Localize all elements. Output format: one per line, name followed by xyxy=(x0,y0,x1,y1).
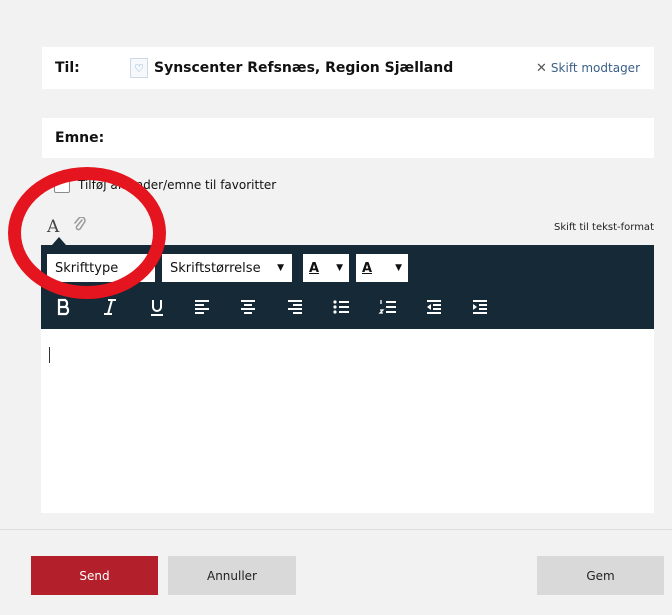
text-color-icon: A xyxy=(309,260,320,276)
save-button[interactable]: Gem xyxy=(537,556,664,595)
indent-icon[interactable] xyxy=(469,296,491,318)
format-icons-row xyxy=(41,296,654,320)
send-button[interactable]: Send xyxy=(31,556,158,595)
change-recipient-label: Skift modtager xyxy=(550,61,640,75)
switch-text-format-link[interactable]: Skift til tekst-format xyxy=(554,222,654,233)
background-color-icon: A xyxy=(362,260,373,276)
change-recipient-link[interactable]: ✕ Skift modtager xyxy=(536,61,640,76)
outdent-icon[interactable] xyxy=(423,296,445,318)
bold-icon[interactable] xyxy=(53,296,75,318)
font-size-label: Skriftstørrelse xyxy=(170,260,261,276)
divider xyxy=(0,529,672,530)
font-family-label: Skrifttype xyxy=(55,260,119,276)
subject-input[interactable] xyxy=(134,126,642,152)
paperclip-icon[interactable] xyxy=(73,216,87,237)
font-family-dropdown[interactable]: Skrifttype ▼ xyxy=(47,254,155,282)
bullet-list-icon[interactable] xyxy=(330,296,352,318)
recipient-icon: ♡ xyxy=(130,58,148,78)
chevron-down-icon: ▼ xyxy=(395,263,402,273)
italic-icon[interactable] xyxy=(99,296,121,318)
format-tools: A xyxy=(47,216,87,237)
chevron-down-icon: ▼ xyxy=(277,263,284,273)
numbered-list-icon[interactable] xyxy=(377,296,399,318)
font-size-dropdown[interactable]: Skriftstørrelse ▼ xyxy=(162,254,292,282)
subject-field: Emne: xyxy=(42,118,654,158)
favorites-checkbox[interactable] xyxy=(54,177,70,193)
background-color-dropdown[interactable]: A ▼ xyxy=(356,254,408,282)
to-field: Til: ♡ Synscenter Refsnæs, Region Sjælla… xyxy=(42,47,654,89)
cancel-button[interactable]: Annuller xyxy=(168,556,296,595)
favorites-row[interactable]: Tilføj afsender/emne til favoritter xyxy=(54,177,276,193)
chevron-down-icon: ▼ xyxy=(336,263,343,273)
chevron-down-icon: ▼ xyxy=(140,263,147,273)
favorites-label: Tilføj afsender/emne til favoritter xyxy=(78,178,277,192)
align-right-icon[interactable] xyxy=(284,296,306,318)
align-center-icon[interactable] xyxy=(237,296,259,318)
recipient-name: Synscenter Refsnæs, Region Sjælland xyxy=(154,60,454,76)
underline-icon[interactable] xyxy=(146,296,168,318)
recipient: ♡ Synscenter Refsnæs, Region Sjælland xyxy=(130,58,453,78)
text-color-dropdown[interactable]: A ▼ xyxy=(303,254,349,282)
font-icon[interactable]: A xyxy=(47,217,59,237)
to-label: Til: xyxy=(55,60,80,76)
editor-toolbar: Skrifttype ▼ Skriftstørrelse ▼ A ▼ A ▼ xyxy=(41,245,654,329)
align-left-icon[interactable] xyxy=(191,296,213,318)
format-pointer xyxy=(52,237,66,245)
subject-label: Emne: xyxy=(55,130,105,146)
text-cursor xyxy=(49,347,50,363)
close-icon: ✕ xyxy=(536,60,547,76)
message-editor[interactable] xyxy=(41,329,654,513)
